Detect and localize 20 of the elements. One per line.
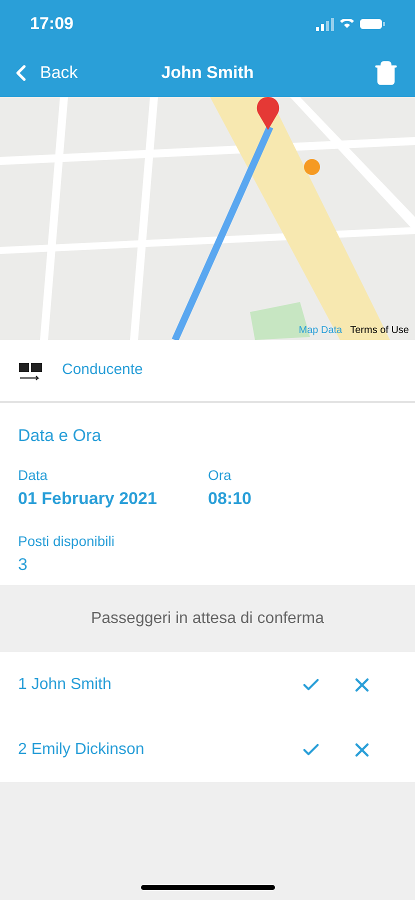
passenger-name: 2 Emily Dickinson	[18, 740, 144, 760]
delete-button[interactable]	[373, 60, 399, 86]
signal-icon	[316, 18, 334, 30]
field-value: 3	[18, 554, 28, 576]
nav-title: John Smith	[161, 62, 254, 84]
driver-label: Conducente	[62, 360, 143, 380]
section-title: Data e Ora	[18, 425, 102, 447]
field-value: 08:10	[208, 488, 252, 510]
status-time: 17:09	[30, 13, 74, 36]
back-button[interactable]: Back	[8, 60, 78, 86]
map-data-link[interactable]: Map Data	[298, 323, 342, 338]
passenger-name: 1 John Smith	[18, 674, 112, 694]
terms-link[interactable]: Terms of Use	[350, 323, 409, 338]
battery-icon	[360, 19, 385, 29]
section-heading: Passeggeri in attesa di conferma	[90, 608, 324, 628]
wifi-icon	[340, 19, 354, 29]
field-value: 01 February 2021	[18, 488, 158, 510]
field-label: Ora	[208, 466, 232, 484]
field-label: Data	[18, 466, 49, 484]
field-label: Posti disponibili	[18, 532, 116, 551]
